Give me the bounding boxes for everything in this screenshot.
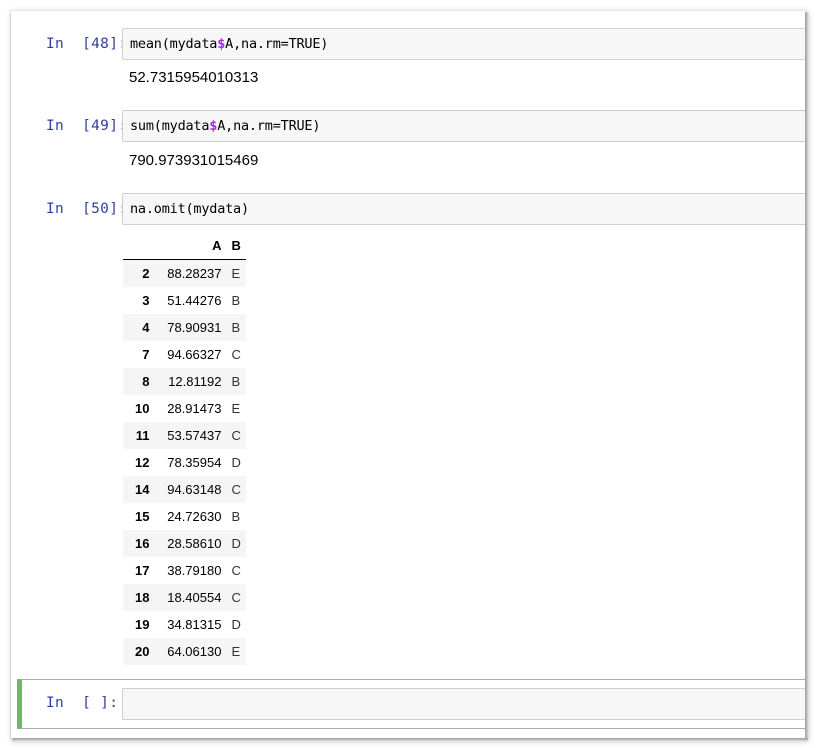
cell-value-b: B: [231, 320, 241, 335]
column-header-b: B: [226, 232, 246, 260]
empty-code-cell[interactable]: In [ ]:: [17, 679, 806, 729]
cell-value-a: 78.35954: [167, 455, 222, 470]
cell-value-b: C: [231, 590, 241, 605]
row-index: 18: [135, 590, 150, 605]
row-index: 19: [135, 617, 150, 632]
table-row: 20 64.06130 E: [123, 638, 246, 665]
cell-value-a: 94.63148: [167, 482, 222, 497]
table-row: 3 51.44276 B: [123, 287, 246, 314]
cell-value-a: 28.91473: [167, 401, 222, 416]
code-input[interactable]: sum(mydata$A,na.rm=TRUE): [122, 110, 806, 142]
dataframe-output: A B 2 88.28237 E 3 51.44276 B 4 78.90931 B 7 94.66…: [123, 232, 246, 665]
row-index: 2: [142, 266, 150, 281]
row-index: 7: [142, 347, 150, 362]
cell-value-b: B: [231, 509, 241, 524]
input-prompt: In [49]:: [46, 118, 128, 134]
table-row: 18 18.40554 C: [123, 584, 246, 611]
code-input[interactable]: na.omit(mydata): [122, 193, 806, 225]
row-index: 11: [135, 428, 150, 443]
row-index: 17: [135, 563, 150, 578]
index-header: [123, 232, 155, 260]
cell-value-b: C: [231, 563, 241, 578]
cell-value-b: D: [231, 536, 241, 551]
table-row: 7 94.66327 C: [123, 341, 246, 368]
code-cell-48[interactable]: In [48]: mean(mydata$A,na.rm=TRUE) 52.73…: [17, 28, 806, 98]
cell-value-b: B: [231, 374, 241, 389]
cell-output: 790.973931015469: [129, 152, 259, 169]
cell-value-a: 53.57437: [167, 428, 222, 443]
table-row: 8 12.81192 B: [123, 368, 246, 395]
row-index: 20: [135, 644, 150, 659]
cell-output: 52.7315954010313: [129, 69, 259, 86]
cell-value-a: 94.66327: [167, 347, 222, 362]
window-shadow-right: [805, 12, 809, 740]
cell-value-b: B: [231, 293, 241, 308]
cell-value-b: E: [231, 266, 241, 281]
input-prompt: In [50]:: [46, 201, 128, 217]
table-body: 2 88.28237 E 3 51.44276 B 4 78.90931 B 7 94.66327 C…: [123, 259, 246, 665]
input-prompt: In [ ]:: [46, 695, 119, 711]
row-index: 10: [135, 401, 150, 416]
cell-value-b: D: [231, 617, 241, 632]
window-shadow-bottom: [12, 738, 808, 742]
table-row: 19 34.81315 D: [123, 611, 246, 638]
cell-value-b: C: [231, 428, 241, 443]
table-row: 15 24.72630 B: [123, 503, 246, 530]
row-index: 14: [135, 482, 150, 497]
input-prompt: In [48]:: [46, 36, 128, 52]
table-row: 12 78.35954 D: [123, 449, 246, 476]
table-row: 2 88.28237 E: [123, 259, 246, 287]
cell-value-a: 51.44276: [167, 293, 222, 308]
code-text: na.omit(mydata): [130, 201, 249, 217]
cell-value-a: 34.81315: [167, 617, 222, 632]
cell-value-b: E: [231, 401, 241, 416]
code-cell-49[interactable]: In [49]: sum(mydata$A,na.rm=TRUE) 790.97…: [17, 110, 806, 180]
row-index: 12: [135, 455, 150, 470]
cell-value-a: 24.72630: [167, 509, 222, 524]
code-text: sum(mydata$A,na.rm=TRUE): [130, 118, 321, 134]
cell-value-b: E: [231, 644, 241, 659]
table-row: 4 78.90931 B: [123, 314, 246, 341]
code-cell-50[interactable]: In [50]: na.omit(mydata): [17, 193, 806, 225]
row-index: 3: [142, 293, 150, 308]
cell-value-a: 18.40554: [167, 590, 222, 605]
code-input[interactable]: mean(mydata$A,na.rm=TRUE): [122, 28, 806, 60]
cell-value-b: C: [231, 482, 241, 497]
table-row: 16 28.58610 D: [123, 530, 246, 557]
table-row: 11 53.57437 C: [123, 422, 246, 449]
cell-value-a: 28.58610: [167, 536, 222, 551]
row-index: 15: [135, 509, 150, 524]
cell-value-a: 88.28237: [167, 266, 222, 281]
cell-value-a: 64.06130: [167, 644, 222, 659]
cell-value-a: 38.79180: [167, 563, 222, 578]
row-index: 8: [142, 374, 150, 389]
table-row: 14 94.63148 C: [123, 476, 246, 503]
cell-value-a: 12.81192: [168, 374, 222, 389]
table-row: 17 38.79180 C: [123, 557, 246, 584]
row-index: 4: [142, 320, 150, 335]
cell-value-a: 78.90931: [167, 320, 222, 335]
cell-value-b: C: [231, 347, 241, 362]
column-header-a: A: [154, 232, 227, 260]
table-row: 10 28.91473 E: [123, 395, 246, 422]
notebook-page: In [48]: mean(mydata$A,na.rm=TRUE) 52.73…: [10, 10, 806, 739]
table-header-row: A B: [123, 232, 246, 260]
row-index: 16: [135, 536, 150, 551]
code-input[interactable]: [122, 688, 806, 720]
cell-value-b: D: [231, 455, 241, 470]
code-text: mean(mydata$A,na.rm=TRUE): [130, 36, 329, 52]
